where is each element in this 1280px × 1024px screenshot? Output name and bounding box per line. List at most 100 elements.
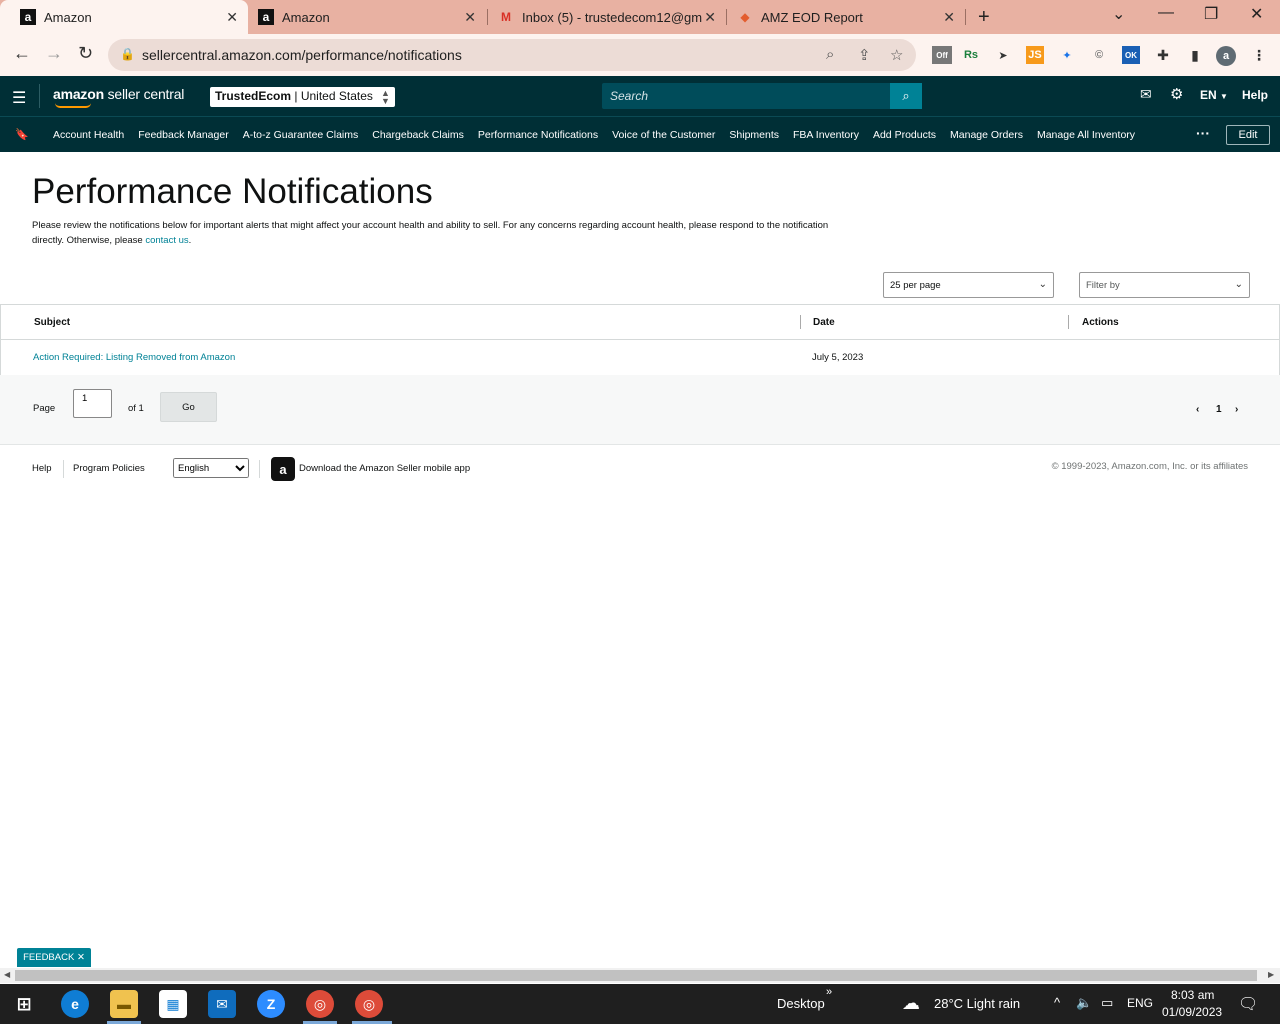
bookmark-star-icon[interactable]: ☆ [890, 46, 903, 64]
scroll-left-icon[interactable]: ◀ [4, 970, 10, 979]
download-app-link[interactable]: Download the Amazon Seller mobile app [299, 463, 470, 474]
back-icon[interactable]: ← [13, 43, 31, 64]
new-tab-icon[interactable]: + [978, 6, 990, 29]
tray-chevron-up-icon[interactable]: ^ [1054, 995, 1060, 1010]
extension-rs-icon[interactable]: Rs [962, 46, 980, 64]
go-button[interactable]: Go [160, 392, 217, 422]
side-panel-icon[interactable]: ▮ [1186, 46, 1204, 64]
minimize-icon[interactable]: — [1158, 4, 1174, 22]
caret-down-icon: ▼ [1220, 92, 1228, 101]
notification-subject-link[interactable]: Action Required: Listing Removed from Am… [33, 352, 235, 363]
help-link[interactable]: Help [1242, 88, 1268, 102]
store-icon[interactable]: ▦ [159, 990, 187, 1018]
nav-chargeback-claims[interactable]: Chargeback Claims [372, 129, 464, 141]
tab-search-chevron-icon[interactable]: ⌄ [1112, 4, 1125, 24]
feedback-button[interactable]: FEEDBACK ✕ [17, 948, 91, 967]
program-policies-link[interactable]: Program Policies [73, 463, 145, 474]
column-date[interactable]: Date [813, 317, 835, 328]
close-tab-icon[interactable]: ✕ [943, 9, 955, 26]
nav-atoz-claims[interactable]: A-to-z Guarantee Claims [243, 129, 359, 141]
browser-tab-eod-report[interactable]: ◆ AMZ EOD Report ✕ [717, 0, 965, 34]
reload-icon[interactable]: ↻ [78, 43, 93, 64]
edge-browser-icon[interactable]: e [61, 990, 89, 1018]
nav-manage-all-inventory[interactable]: Manage All Inventory [1037, 129, 1135, 141]
nav-performance-notifications[interactable]: Performance Notifications [478, 129, 598, 141]
search-input[interactable] [602, 83, 890, 109]
scrollbar-thumb[interactable] [15, 970, 1257, 981]
nav-manage-orders[interactable]: Manage Orders [950, 129, 1023, 141]
language-selector[interactable]: EN ▼ [1200, 88, 1228, 102]
gmail-favicon-icon: M [501, 10, 511, 24]
chrome-profile-a-icon[interactable]: ◎ [355, 990, 383, 1018]
nav-fba-inventory[interactable]: FBA Inventory [793, 129, 859, 141]
extension-c-icon[interactable]: © [1090, 46, 1108, 64]
browser-tab-amazon-1[interactable]: a Amazon ✕ [0, 0, 248, 34]
prev-page-icon[interactable]: ‹ [1196, 404, 1199, 415]
per-page-value: 25 per page [890, 280, 941, 291]
chrome-profile-m-icon[interactable]: ◎ [306, 990, 334, 1018]
nav-shipments[interactable]: Shipments [729, 129, 779, 141]
extension-off-icon[interactable]: Off [932, 46, 952, 64]
extension-arrow-icon[interactable]: ➤ [994, 46, 1012, 64]
tab-title: Inbox (5) - trustedecom12@gma [522, 9, 702, 25]
share-icon[interactable]: ⇪ [858, 46, 871, 64]
column-subject[interactable]: Subject [34, 317, 70, 328]
nav-add-products[interactable]: Add Products [873, 129, 936, 141]
browser-tab-gmail[interactable]: M Inbox (5) - trustedecom12@gma ✕ [478, 0, 726, 34]
seller-app-icon[interactable]: a [271, 457, 295, 481]
page-title: Performance Notifications [32, 172, 433, 211]
scroll-right-icon[interactable]: ▶ [1268, 970, 1274, 979]
weather-text[interactable]: 28°C Light rain [934, 996, 1020, 1011]
browser-menu-icon[interactable]: ⋮ [1250, 46, 1268, 64]
zoom-icon[interactable]: ⌕ [826, 46, 834, 63]
notifications-icon[interactable]: 🗨 [1238, 994, 1258, 1014]
per-page-select[interactable]: 25 per page ⌄ [883, 272, 1054, 298]
search-button[interactable]: ⌕ [890, 83, 922, 109]
hamburger-menu-icon[interactable]: ☰ [12, 88, 26, 108]
nav-feedback-manager[interactable]: Feedback Manager [138, 129, 228, 141]
mail-icon[interactable]: ✉ [1140, 86, 1152, 103]
network-icon[interactable]: ▭ [1101, 995, 1113, 1011]
close-tab-icon[interactable]: ✕ [464, 9, 476, 26]
extension-js-icon[interactable]: JS [1026, 46, 1044, 64]
nav-voice-of-customer[interactable]: Voice of the Customer [612, 129, 715, 141]
close-tab-icon[interactable]: ✕ [704, 9, 716, 26]
horizontal-scrollbar[interactable]: ◀ ▶ [0, 968, 1280, 983]
account-region: United States [300, 89, 373, 103]
forward-icon[interactable]: → [45, 43, 63, 64]
profile-avatar[interactable]: a [1216, 46, 1236, 66]
toolbar-expand-icon[interactable]: » [826, 986, 832, 998]
volume-icon[interactable]: 🔈 [1076, 995, 1092, 1011]
close-window-icon[interactable]: ✕ [1250, 4, 1263, 24]
settings-gear-icon[interactable]: ⚙ [1170, 85, 1183, 103]
extension-compass-icon[interactable]: ✦ [1058, 46, 1076, 64]
desktop-toolbar-label[interactable]: Desktop [777, 996, 825, 1011]
mail-app-icon[interactable]: ✉ [208, 990, 236, 1018]
more-options-icon[interactable]: ··· [1196, 125, 1210, 141]
footer-language-select[interactable]: English [173, 458, 249, 478]
bookmark-icon[interactable]: 🔖 [15, 128, 29, 141]
extension-ok-icon[interactable]: OK [1122, 46, 1140, 64]
address-bar[interactable]: 🔒 sellercentral.amazon.com/performance/n… [108, 39, 916, 71]
restore-icon[interactable]: ❐ [1204, 4, 1218, 24]
contact-us-link[interactable]: contact us [145, 235, 188, 246]
windows-start-icon[interactable]: ⊞ [10, 990, 38, 1018]
current-page-number[interactable]: 1 [1216, 404, 1222, 415]
close-tab-icon[interactable]: ✕ [226, 9, 238, 26]
input-language-label[interactable]: ENG [1127, 996, 1153, 1010]
filter-select[interactable]: Filter by ⌄ [1079, 272, 1250, 298]
nav-account-health[interactable]: Account Health [53, 129, 124, 141]
clock-date[interactable]: 01/09/2023 [1162, 1005, 1222, 1019]
file-explorer-icon[interactable]: ▬ [110, 990, 138, 1018]
seller-central-logo[interactable]: amazon seller central [53, 86, 184, 108]
browser-tab-amazon-2[interactable]: a Amazon ✕ [238, 0, 486, 34]
page-number-input[interactable] [73, 389, 112, 418]
clock-time[interactable]: 8:03 am [1171, 988, 1214, 1002]
edit-nav-button[interactable]: Edit [1226, 125, 1270, 145]
zoom-app-icon[interactable]: Z [257, 990, 285, 1018]
next-page-icon[interactable]: › [1235, 404, 1238, 415]
notification-date: July 5, 2023 [812, 352, 864, 363]
footer-help-link[interactable]: Help [32, 463, 52, 474]
account-switcher[interactable]: TrustedEcom | United States ▲ ▼ [210, 87, 395, 107]
extensions-puzzle-icon[interactable]: ✚ [1154, 46, 1172, 64]
